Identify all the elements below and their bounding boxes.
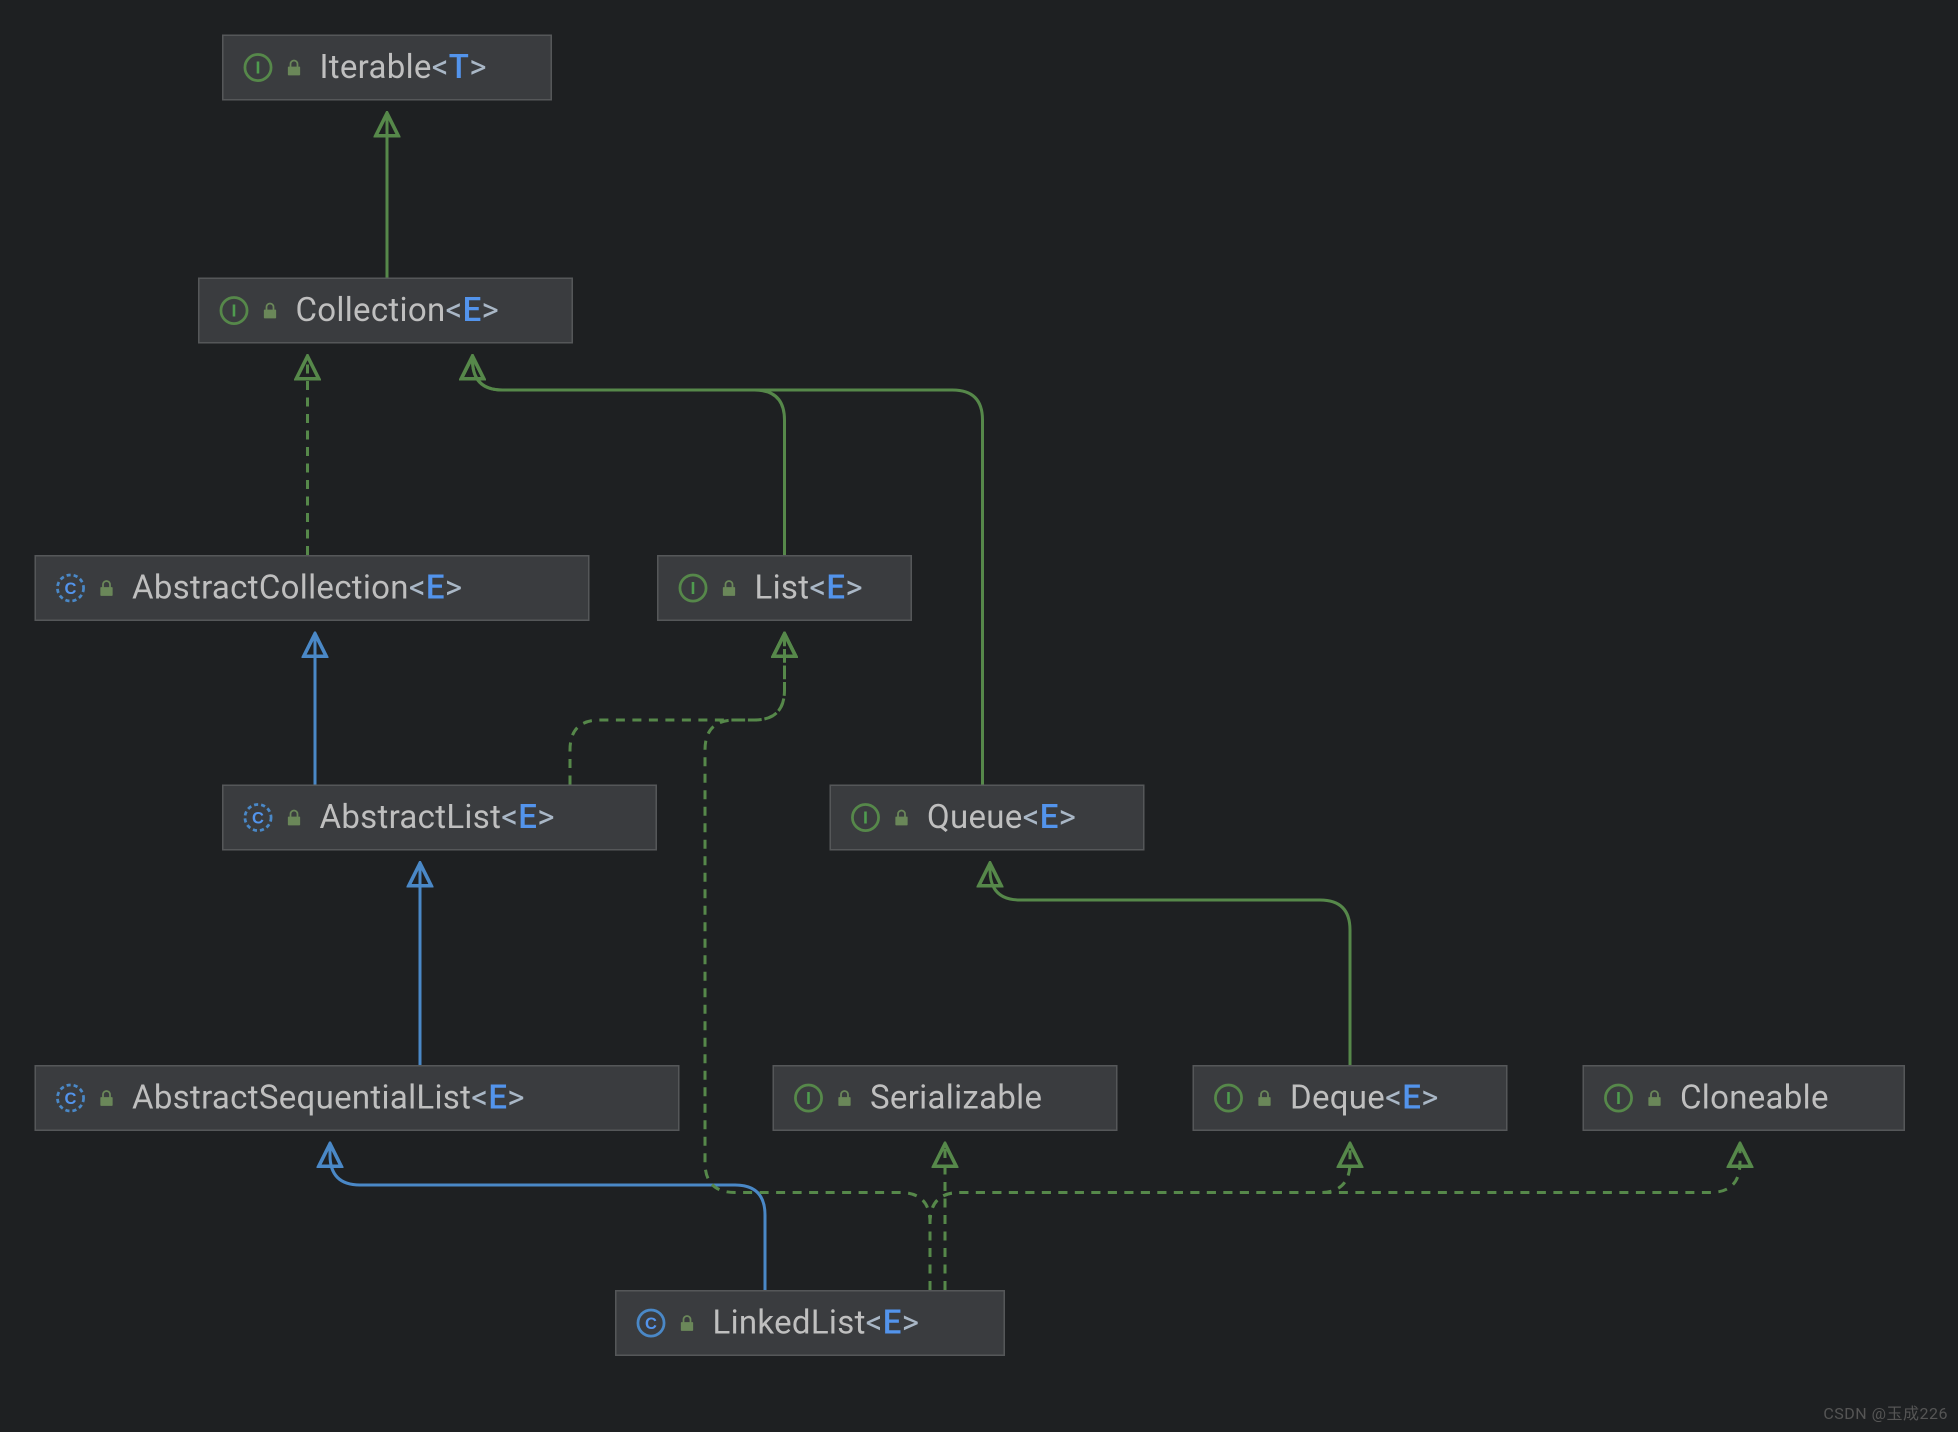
- node-label: LinkedList<E>: [713, 1304, 920, 1342]
- node-linked[interactable]: C LinkedList<E>: [615, 1290, 1005, 1356]
- lock-icon: [284, 807, 305, 828]
- lock-icon: [719, 578, 740, 599]
- interface-icon: I: [849, 801, 882, 834]
- watermark: CSDN @玉成226: [1823, 1400, 1948, 1424]
- svg-text:I: I: [1226, 1088, 1231, 1108]
- svg-text:C: C: [252, 810, 264, 828]
- node-serial[interactable]: I Serializable: [773, 1065, 1118, 1131]
- interface-icon: I: [218, 294, 251, 327]
- node-abscoll[interactable]: C AbstractCollection<E>: [35, 555, 590, 621]
- svg-text:C: C: [65, 1090, 77, 1108]
- edge-abslist-to-list: [570, 636, 785, 785]
- edge-deque-to-queue: [990, 866, 1350, 1066]
- node-deque[interactable]: I Deque<E>: [1193, 1065, 1508, 1131]
- svg-text:I: I: [691, 578, 696, 598]
- abstract-icon: C: [242, 801, 275, 834]
- lock-icon: [284, 57, 305, 78]
- node-label: Collection<E>: [296, 292, 500, 330]
- lock-icon: [834, 1088, 855, 1109]
- interface-icon: I: [792, 1082, 825, 1115]
- node-label: Cloneable: [1680, 1079, 1829, 1117]
- node-label: AbstractList<E>: [320, 799, 555, 837]
- node-label: List<E>: [755, 569, 863, 607]
- node-label: Deque<E>: [1290, 1079, 1439, 1117]
- node-label: Queue<E>: [927, 799, 1076, 837]
- node-clone[interactable]: I Cloneable: [1583, 1065, 1906, 1131]
- lock-icon: [96, 578, 117, 599]
- abstract-icon: C: [54, 572, 87, 605]
- node-label: Iterable<T>: [320, 49, 487, 87]
- node-label: Serializable: [870, 1079, 1042, 1117]
- lock-icon: [677, 1313, 698, 1334]
- edge-linked-to-deque: [930, 1146, 1350, 1290]
- edge-linked-to-absseq: [330, 1146, 765, 1290]
- node-list[interactable]: I List<E>: [657, 555, 912, 621]
- edge-linked-to-clone: [930, 1146, 1740, 1290]
- svg-text:C: C: [65, 580, 77, 598]
- svg-text:I: I: [232, 301, 237, 321]
- edges-layer: [0, 0, 1958, 1432]
- svg-text:I: I: [256, 58, 261, 78]
- svg-text:I: I: [1616, 1088, 1621, 1108]
- svg-text:I: I: [806, 1088, 811, 1108]
- node-absseq[interactable]: C AbstractSequentialList<E>: [35, 1065, 680, 1131]
- lock-icon: [1644, 1088, 1665, 1109]
- node-label: AbstractSequentialList<E>: [132, 1079, 525, 1117]
- edge-linked-to-list: [705, 636, 930, 1290]
- interface-icon: I: [677, 572, 710, 605]
- svg-text:I: I: [863, 808, 868, 828]
- interface-icon: I: [1212, 1082, 1245, 1115]
- node-abslist[interactable]: C AbstractList<E>: [222, 785, 657, 851]
- class-icon: C: [635, 1307, 668, 1340]
- node-collection[interactable]: I Collection<E>: [198, 278, 573, 344]
- abstract-icon: C: [54, 1082, 87, 1115]
- interface-icon: I: [242, 51, 275, 84]
- lock-icon: [96, 1088, 117, 1109]
- diagram-canvas: I Iterable<T> I Collection<E> C AbstractColle…: [0, 0, 1958, 1432]
- node-iterable[interactable]: I Iterable<T>: [222, 35, 552, 101]
- lock-icon: [891, 807, 912, 828]
- lock-icon: [1254, 1088, 1275, 1109]
- node-label: AbstractCollection<E>: [132, 569, 462, 607]
- edge-list-to-collection: [473, 359, 785, 556]
- svg-text:C: C: [645, 1315, 657, 1333]
- lock-icon: [260, 300, 281, 321]
- node-queue[interactable]: I Queue<E>: [830, 785, 1145, 851]
- interface-icon: I: [1602, 1082, 1635, 1115]
